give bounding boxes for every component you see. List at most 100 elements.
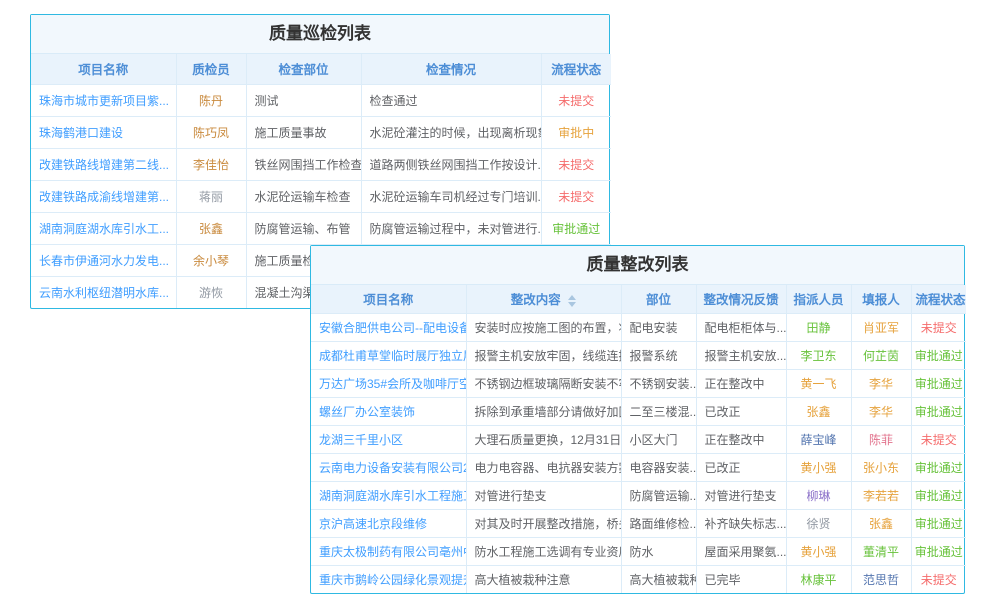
status-badge: 未提交	[911, 425, 966, 453]
project-link[interactable]: 安徽合肥供电公司--配电设备...	[311, 313, 466, 341]
status-badge: 审批通过	[911, 509, 966, 537]
project-link[interactable]: 长春市伊通河水力发电...	[31, 244, 176, 276]
project-link[interactable]: 改建铁路成渝线增建第...	[31, 180, 176, 212]
project-link[interactable]: 云南水利枢纽潜明水库...	[31, 276, 176, 308]
project-link[interactable]: 珠海鹤港口建设	[31, 116, 176, 148]
rectification-feedback-cell: 已改正	[696, 397, 786, 425]
rectification-content-cell: 安装时应按施工图的布置，将...	[466, 313, 621, 341]
table-row: 湖南洞庭湖水库引水工程施工1... 对管进行垫支 防腐管运输... 对管进行垫支…	[311, 481, 966, 509]
reporter-name: 肖亚军	[851, 313, 911, 341]
inspection-col-part: 检查部位	[246, 54, 361, 84]
rectification-part-cell: 不锈钢安装...	[621, 369, 696, 397]
status-badge: 未提交	[541, 84, 611, 116]
inspection-col-inspector: 质检员	[176, 54, 246, 84]
table-row: 成都杜甫草堂临时展厅独立展... 报警主机安放牢固，线缆连接... 报警系统 报…	[311, 341, 966, 369]
inspector-name: 李佳怡	[176, 148, 246, 180]
table-row: 重庆市鹅岭公园绿化景观提升... 高大植被栽种注意 高大植被栽种 已完毕 林康平…	[311, 565, 966, 593]
reporter-name: 张鑫	[851, 509, 911, 537]
project-link[interactable]: 改建铁路线增建第二线...	[31, 148, 176, 180]
inspection-header-row: 项目名称 质检员 检查部位 检查情况 流程状态	[31, 54, 611, 84]
project-link[interactable]: 湖南洞庭湖水库引水工...	[31, 212, 176, 244]
table-row: 安徽合肥供电公司--配电设备... 安装时应按施工图的布置，将... 配电安装 …	[311, 313, 966, 341]
rectification-col-content[interactable]: 整改内容	[466, 285, 621, 313]
status-badge: 审批通过	[911, 453, 966, 481]
inspection-situation-cell: 水泥砼灌注的时候，出现离析现象	[361, 116, 541, 148]
inspection-situation-cell: 防腐管运输过程中，未对管进行...	[361, 212, 541, 244]
status-badge: 审批通过	[541, 212, 611, 244]
reporter-name: 李若若	[851, 481, 911, 509]
rectification-table: 项目名称 整改内容 部位 整改情况反馈 指派人员 填报人 流程状态 安徽合肥供电…	[311, 285, 966, 593]
rectification-table-title: 质量整改列表	[311, 246, 964, 285]
rectification-col-content-label: 整改内容	[511, 293, 561, 307]
rectification-col-project: 项目名称	[311, 285, 466, 313]
assignee-name: 李卫东	[786, 341, 851, 369]
project-link[interactable]: 京沪高速北京段维修	[311, 509, 466, 537]
rectification-content-cell: 防水工程施工选调有专业资质...	[466, 537, 621, 565]
rectification-feedback-cell: 补齐缺失标志...	[696, 509, 786, 537]
inspection-part-cell: 水泥砼运输车检查	[246, 180, 361, 212]
assignee-name: 薛宝峰	[786, 425, 851, 453]
project-link[interactable]: 珠海市城市更新项目紫...	[31, 84, 176, 116]
table-row: 改建铁路成渝线增建第... 蒋丽 水泥砼运输车检查 水泥砼运输车司机经过专门培训…	[31, 180, 611, 212]
inspection-situation-cell: 检查通过	[361, 84, 541, 116]
status-badge: 未提交	[911, 565, 966, 593]
project-link[interactable]: 螺丝厂办公室装饰	[311, 397, 466, 425]
inspector-name: 游恢	[176, 276, 246, 308]
inspection-situation-cell: 道路两侧铁丝网围挡工作按设计...	[361, 148, 541, 180]
status-badge: 审批通过	[911, 397, 966, 425]
rectification-feedback-cell: 正在整改中	[696, 369, 786, 397]
table-row: 湖南洞庭湖水库引水工... 张鑫 防腐管运输、布管 防腐管运输过程中，未对管进行…	[31, 212, 611, 244]
rectification-part-cell: 路面维修检...	[621, 509, 696, 537]
reporter-name: 陈菲	[851, 425, 911, 453]
reporter-name: 范思哲	[851, 565, 911, 593]
assignee-name: 徐贤	[786, 509, 851, 537]
rectification-feedback-cell: 正在整改中	[696, 425, 786, 453]
rectification-header-row: 项目名称 整改内容 部位 整改情况反馈 指派人员 填报人 流程状态	[311, 285, 966, 313]
rectification-feedback-cell: 屋面采用聚氨...	[696, 537, 786, 565]
inspector-name: 陈丹	[176, 84, 246, 116]
table-row: 万达广场35#会所及咖啡厅空... 不锈钢边框玻璃隔断安装不牢... 不锈钢安装…	[311, 369, 966, 397]
rectification-feedback-cell: 配电柜柜体与...	[696, 313, 786, 341]
project-link[interactable]: 龙湖三千里小区	[311, 425, 466, 453]
rectification-col-feedback: 整改情况反馈	[696, 285, 786, 313]
rectification-part-cell: 防水	[621, 537, 696, 565]
table-row: 龙湖三千里小区 大理石质量更换，12月31日之... 小区大门 正在整改中 薛宝…	[311, 425, 966, 453]
rectification-content-cell: 对管进行垫支	[466, 481, 621, 509]
status-badge: 审批通过	[911, 537, 966, 565]
rectification-part-cell: 小区大门	[621, 425, 696, 453]
project-link[interactable]: 重庆太极制药有限公司亳州中...	[311, 537, 466, 565]
status-badge: 审批通过	[911, 369, 966, 397]
rectification-table-body: 安徽合肥供电公司--配电设备... 安装时应按施工图的布置，将... 配电安装 …	[311, 313, 966, 593]
reporter-name: 张小东	[851, 453, 911, 481]
rectification-col-part: 部位	[621, 285, 696, 313]
inspection-col-project: 项目名称	[31, 54, 176, 84]
sort-icon[interactable]	[568, 295, 576, 307]
inspector-name: 张鑫	[176, 212, 246, 244]
project-link[interactable]: 云南电力设备安装有限公司20...	[311, 453, 466, 481]
project-link[interactable]: 成都杜甫草堂临时展厅独立展...	[311, 341, 466, 369]
project-link[interactable]: 万达广场35#会所及咖啡厅空...	[311, 369, 466, 397]
table-row: 云南电力设备安装有限公司20... 电力电容器、电抗器安装方案... 电容器安装…	[311, 453, 966, 481]
project-link[interactable]: 湖南洞庭湖水库引水工程施工1...	[311, 481, 466, 509]
table-row: 珠海市城市更新项目紫... 陈丹 测试 检查通过 未提交	[31, 84, 611, 116]
table-row: 螺丝厂办公室装饰 拆除到承重墙部分请做好加固... 二至三楼混... 已改正 张…	[311, 397, 966, 425]
table-row: 重庆太极制药有限公司亳州中... 防水工程施工选调有专业资质... 防水 屋面采…	[311, 537, 966, 565]
table-row: 改建铁路线增建第二线... 李佳怡 铁丝网围挡工作检查 道路两侧铁丝网围挡工作按…	[31, 148, 611, 180]
rectification-part-cell: 二至三楼混...	[621, 397, 696, 425]
assignee-name: 黄小强	[786, 537, 851, 565]
table-row: 京沪高速北京段维修 对其及时开展整改措施，桥头... 路面维修检... 补齐缺失…	[311, 509, 966, 537]
rectification-part-cell: 防腐管运输...	[621, 481, 696, 509]
reporter-name: 李华	[851, 369, 911, 397]
inspection-part-cell: 铁丝网围挡工作检查	[246, 148, 361, 180]
inspector-name: 余小琴	[176, 244, 246, 276]
status-badge: 审批通过	[911, 341, 966, 369]
rectification-col-assignee: 指派人员	[786, 285, 851, 313]
project-link[interactable]: 重庆市鹅岭公园绿化景观提升...	[311, 565, 466, 593]
inspection-col-status: 流程状态	[541, 54, 611, 84]
assignee-name: 田静	[786, 313, 851, 341]
status-badge: 未提交	[541, 180, 611, 212]
status-badge: 未提交	[541, 148, 611, 180]
rectification-part-cell: 电容器安装...	[621, 453, 696, 481]
status-badge: 审批通过	[911, 481, 966, 509]
rectification-content-cell: 大理石质量更换，12月31日之...	[466, 425, 621, 453]
